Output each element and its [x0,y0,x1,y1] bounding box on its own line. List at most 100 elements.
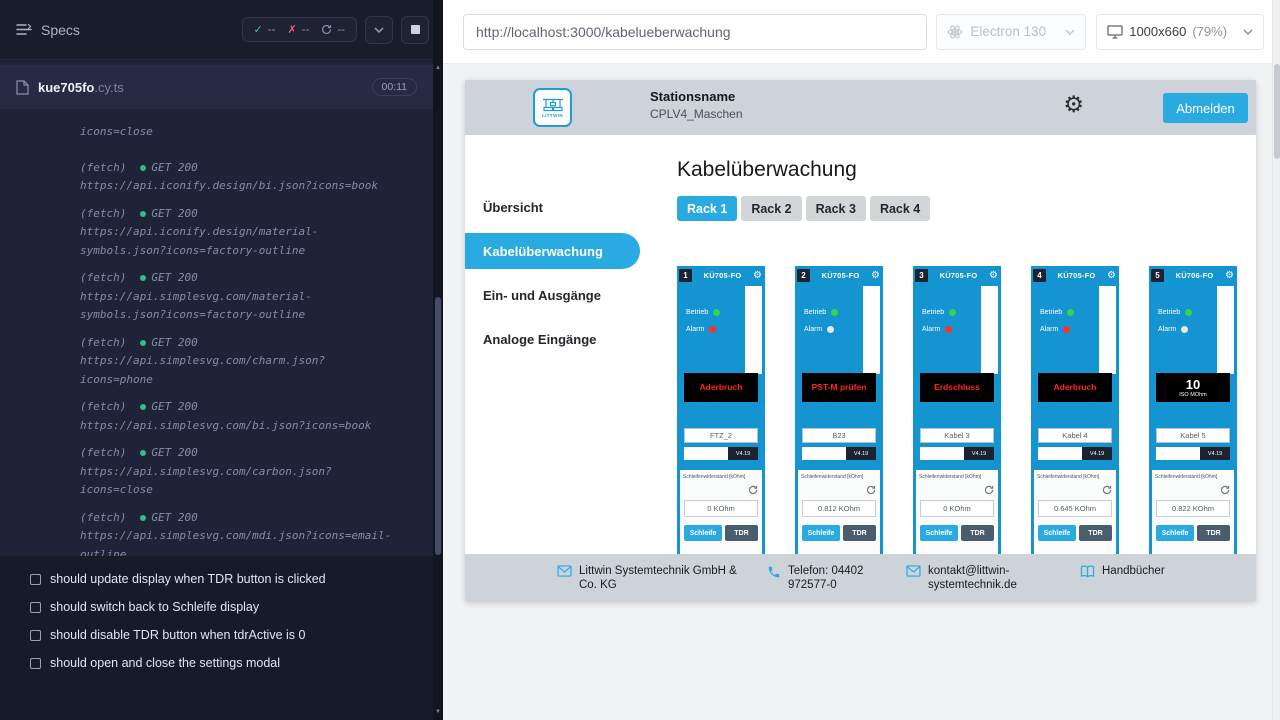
main-content: Kabelüberwachung Rack 1 Rack 2 Rack 3 Ra… [640,135,1256,554]
test-item[interactable]: should disable TDR button when tdrActive… [0,621,433,649]
nav-item-ein-und-ausgaenge[interactable]: Ein- und Ausgänge [465,273,640,317]
phone-icon [767,565,781,579]
log-url: https://api.simplesvg.com/charm.json?ico… [80,352,392,389]
tdr-button[interactable]: TDR [961,525,994,541]
command-log: icons=close (fetch)GET 200 https://api.i… [0,109,433,556]
card-settings-gear-icon[interactable]: ⚙ [1107,271,1116,281]
measurement-panel: Schleifenwiderstand [kOhm] 0.645 KOhm Sc… [1034,470,1116,554]
log-entry[interactable]: icons=close [80,123,413,142]
measurement-label: Schleifenwiderstand [kOhm] [798,470,880,480]
mode-buttons: Schleife TDR [802,525,876,541]
specs-list-icon [16,23,32,36]
passed-check-icon: ✓ [254,23,263,36]
betrieb-label: Betrieb [922,309,944,316]
log-entry[interactable]: (fetch)GET 200 https://api.simplesvg.com… [80,444,413,500]
test-item[interactable]: should open and close the settings modal [0,649,433,677]
schleife-button[interactable]: Schleife [1156,525,1194,541]
runner-scrollbar[interactable]: ▲ ▼ [433,0,443,720]
firmware-version: V4.19 [964,447,994,460]
log-status-text: GET 200 [151,159,197,178]
refresh-icon[interactable] [984,485,994,495]
card-settings-gear-icon[interactable]: ⚙ [1225,271,1234,281]
test-item[interactable]: should switch back to Schleife display [0,593,433,621]
collapse-runner-button[interactable] [365,16,393,44]
logout-button[interactable]: Abmelden [1163,93,1248,123]
refresh-icon[interactable] [748,485,758,495]
success-dot-icon [140,450,146,456]
scroll-down-icon[interactable]: ▼ [433,706,443,718]
log-entry[interactable]: (fetch)GET 200 https://api.iconify.desig… [80,159,413,196]
book-icon [1080,565,1095,578]
tdr-button[interactable]: TDR [843,525,876,541]
scroll-up-icon[interactable]: ▲ [433,62,443,74]
browser-pane: Electron 130 1000x660 (79%) [443,0,1272,720]
littwin-logo: LITTWIN [533,88,572,127]
betrieb-led [831,309,838,316]
url-input[interactable] [463,14,927,50]
tab-rack-1[interactable]: Rack 1 [677,196,737,221]
footer-phone[interactable]: Telefon: 04402 972577-0 [767,564,906,592]
log-entry[interactable]: (fetch)GET 200 https://api.iconify.desig… [80,205,413,261]
tab-rack-2[interactable]: Rack 2 [741,196,801,221]
schleife-button[interactable]: Schleife [684,525,722,541]
betrieb-led [713,309,720,316]
version-strip: V4.19 [684,447,758,460]
log-entry[interactable]: (fetch)GET 200 https://api.simplesvg.com… [80,398,413,435]
betrieb-label: Betrieb [1040,309,1062,316]
test-title: should open and close the settings modal [50,656,280,670]
log-status-text: GET 200 [151,398,197,417]
schleife-button[interactable]: Schleife [1038,525,1076,541]
tdr-button[interactable]: TDR [725,525,758,541]
refresh-icon[interactable] [866,485,876,495]
specs-menu-button[interactable]: Specs [16,22,80,38]
log-entry[interactable]: (fetch)GET 200 https://api.simplesvg.com… [80,334,413,390]
runner-header: Specs ✓-- ✗-- -- [0,0,433,60]
nav-item-kabelueberwachung[interactable]: Kabelüberwachung [465,233,640,269]
cable-name-field: Kabel 5 [1156,428,1230,443]
page-scroll-thumb[interactable] [1274,64,1280,159]
measurement-label: Schleifenwiderstand [kOhm] [916,470,998,480]
footer-email[interactable]: kontakt@littwin-systemtechnik.de [906,564,1028,592]
mail-icon [906,565,921,577]
settings-gear-icon[interactable]: ⚙ [1063,93,1084,116]
firmware-version: V4.19 [1082,447,1112,460]
device-model: KÜ705-FO [1046,271,1107,280]
log-url-continuation: icons=close [80,123,392,142]
card-settings-gear-icon[interactable]: ⚙ [753,271,762,281]
version-strip: V4.19 [802,447,876,460]
tdr-button[interactable]: TDR [1197,525,1230,541]
tab-rack-3[interactable]: Rack 3 [806,196,866,221]
tdr-button[interactable]: TDR [1079,525,1112,541]
test-state-icon [30,658,41,669]
viewport-selector[interactable]: 1000x660 (79%) [1096,14,1264,50]
refresh-icon[interactable] [1220,485,1230,495]
page-scrollbar[interactable] [1272,0,1280,720]
tab-rack-4[interactable]: Rack 4 [870,196,930,221]
crane-icon [542,97,564,112]
test-state-icon [30,602,41,613]
stat-failed: ✗-- [287,23,309,36]
log-entry[interactable]: (fetch)GET 200 https://api.simplesvg.com… [80,269,413,325]
spec-file-row[interactable]: kue705fo .cy.ts 00:11 [0,65,433,109]
log-status-text: GET 200 [151,444,197,463]
betrieb-led [949,309,956,316]
log-entry[interactable]: (fetch)GET 200 https://api.simplesvg.com… [80,509,413,557]
betrieb-row: Betrieb [1040,309,1074,316]
runner-scroll-thumb[interactable] [435,297,441,555]
manuals-link: Handbücher [1102,564,1165,578]
slot-number: 2 [797,269,810,282]
nav-item-uebersicht[interactable]: Übersicht [465,185,640,229]
schleife-button[interactable]: Schleife [802,525,840,541]
schleife-button[interactable]: Schleife [920,525,958,541]
status-display: 10 ISO MOhm [1156,373,1230,402]
footer-manuals[interactable]: Handbücher [1080,564,1165,578]
card-settings-gear-icon[interactable]: ⚙ [989,271,998,281]
betrieb-label: Betrieb [686,309,708,316]
refresh-icon[interactable] [1102,485,1112,495]
nav-item-analoge-eingaenge[interactable]: Analoge Eingänge [465,317,640,361]
card-header: 2 KÜ705-FO ⚙ [795,266,883,283]
card-settings-gear-icon[interactable]: ⚙ [871,271,880,281]
browser-selector[interactable]: Electron 130 [936,14,1086,50]
stop-run-button[interactable] [401,16,429,44]
test-item[interactable]: should update display when TDR button is… [0,565,433,593]
